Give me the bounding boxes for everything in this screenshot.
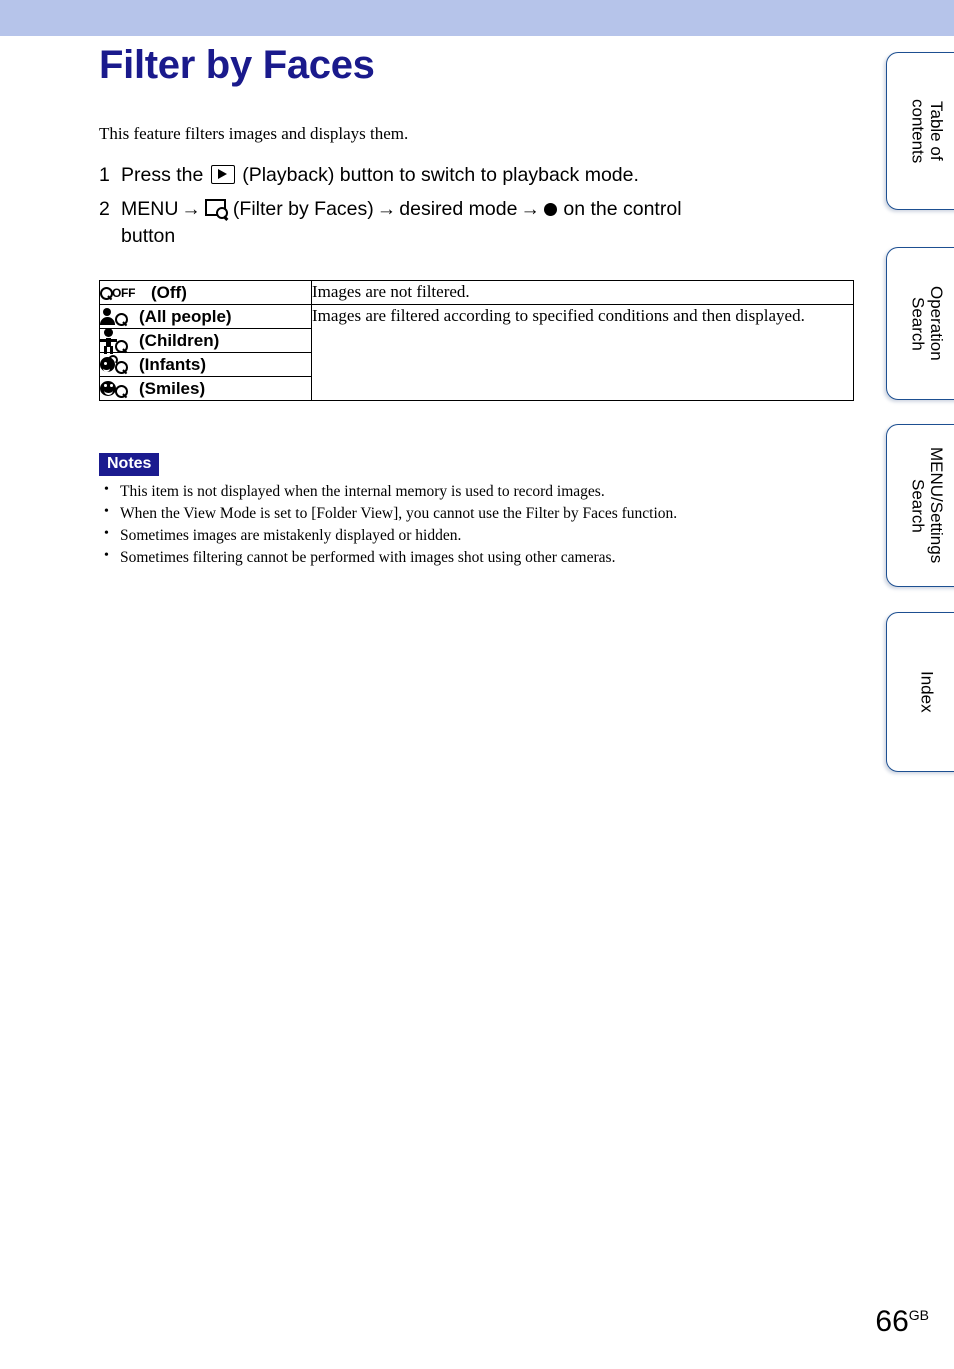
desired-mode-text: desired mode bbox=[399, 197, 518, 220]
list-item: Sometimes images are mistakenly displaye… bbox=[99, 524, 855, 547]
procedure-steps: 1 Press the (Playback) button to switch … bbox=[99, 162, 855, 257]
page-body: Filter by Faces This feature filters ima… bbox=[0, 36, 954, 1369]
page-number-suffix: GB bbox=[908, 1307, 929, 1323]
mode-label-children: (Children) bbox=[139, 330, 220, 350]
step-1-number: 1 bbox=[99, 164, 110, 186]
sidebar-item-operation-search[interactable]: Operation Search bbox=[886, 247, 954, 400]
tab-label-menu-settings-search: MENU/Settings Search bbox=[908, 447, 946, 564]
smiles-icon bbox=[100, 379, 132, 399]
mode-label-all-people: (All people) bbox=[139, 306, 232, 326]
side-tab-rail: Table of contents Operation Search MENU/… bbox=[886, 0, 954, 1369]
children-icon bbox=[100, 327, 132, 354]
notes-list: This item is not displayed when the inte… bbox=[99, 480, 855, 569]
infants-icon bbox=[100, 354, 132, 375]
mode-cell-all-people[interactable]: (All people) bbox=[99, 304, 312, 329]
step-2-tail: on the control bbox=[563, 197, 682, 220]
intro-paragraph: This feature filters images and displays… bbox=[99, 124, 409, 143]
page-title: Filter by Faces bbox=[99, 43, 375, 87]
step-1: 1 Press the (Playback) button to switch … bbox=[99, 162, 855, 189]
top-color-band bbox=[0, 0, 954, 36]
desc-cell-filtered: Images are filtered according to specifi… bbox=[311, 304, 854, 401]
notes-badge: Notes bbox=[99, 453, 160, 476]
step-1-suffix: (Playback) button to switch to playback … bbox=[242, 164, 639, 186]
playback-icon bbox=[210, 165, 235, 184]
arrow-1: → bbox=[181, 197, 201, 220]
menu-label: MENU bbox=[121, 197, 179, 220]
control-center-dot-icon bbox=[543, 202, 557, 216]
mode-cell-infants[interactable]: (Infants) bbox=[99, 352, 312, 377]
table-row: OFF (Off) Images are not filtered. bbox=[99, 280, 854, 305]
sidebar-item-menu-settings-search[interactable]: MENU/Settings Search bbox=[886, 424, 954, 587]
desc-cell-off: Images are not filtered. bbox=[311, 280, 854, 305]
table-row: (All people) Images are filtered accordi… bbox=[99, 304, 854, 401]
page-number: 66GB bbox=[875, 1307, 929, 1337]
tab-label-table-of-contents: Table of contents bbox=[908, 98, 946, 164]
sidebar-item-table-of-contents[interactable]: Table of contents bbox=[886, 52, 954, 210]
list-item: When the View Mode is set to [Folder Vie… bbox=[99, 502, 855, 525]
step-2-tail-line2: button bbox=[121, 224, 176, 247]
filter-modes-table: OFF (Off) Images are not filtered. (All … bbox=[99, 280, 854, 401]
sidebar-item-index[interactable]: Index bbox=[886, 612, 954, 772]
all-people-icon bbox=[100, 307, 132, 327]
mode-label-infants: (Infants) bbox=[139, 354, 207, 374]
tab-label-operation-search: Operation Search bbox=[908, 286, 946, 361]
mode-cell-children[interactable]: (Children) bbox=[99, 327, 312, 354]
mode-label-off: (Off) bbox=[151, 282, 187, 302]
arrow-3: → bbox=[520, 197, 540, 220]
list-item: This item is not displayed when the inte… bbox=[99, 480, 855, 503]
filter-by-faces-icon bbox=[204, 198, 230, 221]
step-2: 2 MENU → (Filter by Faces) → desired mode → o… bbox=[99, 196, 855, 250]
step-2-number: 2 bbox=[99, 197, 110, 220]
off-text: OFF bbox=[112, 285, 136, 300]
notes-section: Notes This item is not displayed when th… bbox=[99, 453, 855, 569]
list-item: Sometimes filtering cannot be performed … bbox=[99, 546, 855, 569]
tab-label-index: Index bbox=[917, 671, 937, 713]
page-number-value: 66 bbox=[875, 1305, 909, 1338]
step-1-text: Press the (Playback) button to switch to… bbox=[121, 162, 855, 189]
mode-label-smiles: (Smiles) bbox=[139, 378, 206, 398]
filter-by-faces-caption: (Filter by Faces) bbox=[232, 197, 374, 220]
mode-cell-off[interactable]: OFF (Off) bbox=[99, 280, 312, 305]
arrow-2: → bbox=[376, 197, 397, 220]
magnifier-off-icon: OFF bbox=[100, 285, 144, 301]
step-1-prefix: Press the bbox=[121, 164, 204, 186]
mode-cell-smiles[interactable]: (Smiles) bbox=[99, 376, 312, 401]
step-2-text: MENU → (Filter by Faces) → desired mode → on … bbox=[121, 196, 855, 250]
